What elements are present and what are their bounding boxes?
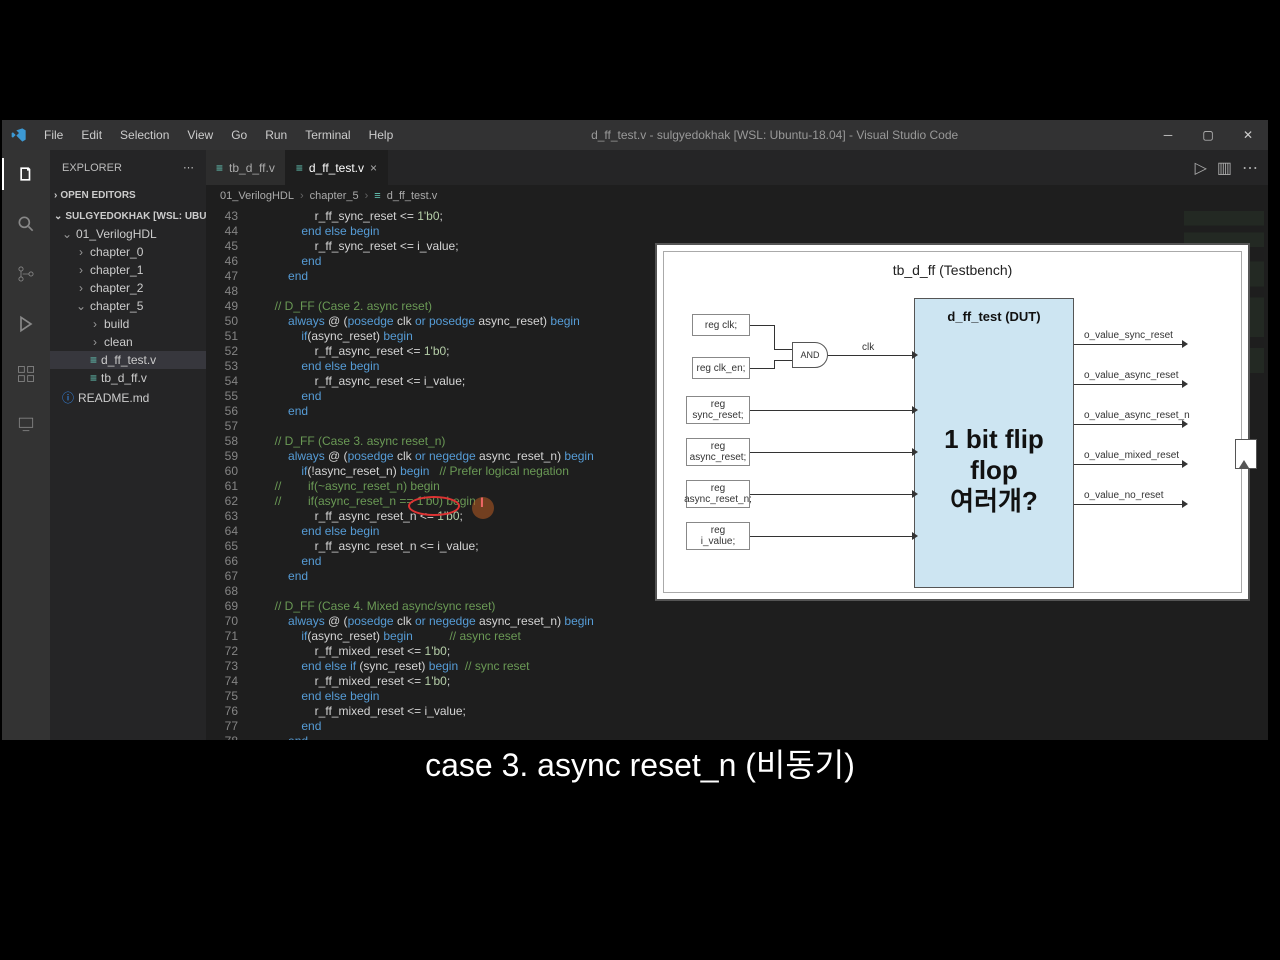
search-icon[interactable]: [2, 208, 50, 240]
annotation-caret: I: [480, 495, 484, 510]
tree-readme-md[interactable]: ⓘREADME.md: [50, 387, 206, 408]
out-o_value_async_reset_n: o_value_async_reset_n: [1084, 410, 1190, 421]
tree-d-ff-test-v[interactable]: ≡d_ff_test.v: [50, 351, 206, 369]
reg-async-reset-n: regasync_reset_n;: [686, 480, 750, 508]
reg-clk: reg clk;: [692, 314, 750, 336]
tree-chapter-5[interactable]: ⌄chapter_5: [50, 297, 206, 315]
menu-edit[interactable]: Edit: [73, 128, 110, 142]
window-title: d_ff_test.v - sulgyedokhak [WSL: Ubuntu-…: [401, 128, 1148, 142]
workspace-section[interactable]: ⌄SULGYEDOKHAK [WSL: UBUNTU-18.04]: [50, 208, 206, 225]
menu-go[interactable]: Go: [223, 128, 255, 142]
out-o_value_no_reset: o_value_no_reset: [1084, 490, 1164, 501]
diagram-title: tb_d_ff (Testbench): [664, 262, 1241, 278]
reg-i-value: regi_value;: [686, 522, 750, 550]
close-button[interactable]: ✕: [1228, 120, 1268, 150]
out-o_value_mixed_reset: o_value_mixed_reset: [1084, 450, 1179, 461]
maximize-button[interactable]: ▢: [1188, 120, 1228, 150]
sidebar-header: EXPLORER ⋯: [50, 150, 206, 185]
vscode-logo-icon: [2, 127, 36, 143]
annotation-circle: [408, 496, 460, 516]
tree-build[interactable]: ›build: [50, 315, 206, 333]
menu-view[interactable]: View: [179, 128, 221, 142]
sidebar-more-icon[interactable]: ⋯: [183, 161, 194, 174]
scm-icon[interactable]: [2, 258, 50, 290]
close-tab-icon[interactable]: ×: [370, 161, 377, 175]
dut-big-text: 1 bit flipflop여러개?: [944, 424, 1044, 518]
file-tree: ⌄01_VerilogHDL›chapter_0›chapter_1›chapt…: [50, 225, 206, 408]
reg-clk-en: reg clk_en;: [692, 357, 750, 379]
tree-01-veriloghdl[interactable]: ⌄01_VerilogHDL: [50, 225, 206, 243]
sidebar-title: EXPLORER: [62, 162, 122, 174]
menu-terminal[interactable]: Terminal: [297, 128, 358, 142]
tab-d-ff-test[interactable]: ≡d_ff_test.v×: [286, 150, 388, 185]
breadcrumbs[interactable]: 01_VerilogHDL› chapter_5› ≡d_ff_test.v: [206, 185, 1268, 207]
window-controls: ─ ▢ ✕: [1148, 120, 1268, 150]
tree-chapter-1[interactable]: ›chapter_1: [50, 261, 206, 279]
remote-icon[interactable]: [2, 408, 50, 440]
testbench-diagram: tb_d_ff (Testbench) reg clk; reg clk_en;…: [655, 243, 1250, 601]
menu-selection[interactable]: Selection: [112, 128, 177, 142]
editor-run-icon[interactable]: ▷: [1195, 158, 1207, 178]
tree-clean[interactable]: ›clean: [50, 333, 206, 351]
sidebar: EXPLORER ⋯ ›OPEN EDITORS ⌄SULGYEDOKHAK […: [50, 150, 206, 740]
out-o_value_async_reset: o_value_async_reset: [1084, 370, 1179, 381]
reg-async-reset: regasync_reset;: [686, 438, 750, 466]
editor-tabs: ≡tb_d_ff.v ≡d_ff_test.v× ▷ ▥ ⋯: [206, 150, 1268, 185]
titlebar: File Edit Selection View Go Run Terminal…: [2, 120, 1268, 150]
editor-split-icon[interactable]: ▥: [1217, 158, 1232, 178]
explorer-icon[interactable]: [2, 158, 50, 190]
reg-sync-reset: regsync_reset;: [686, 396, 750, 424]
menu-bar: File Edit Selection View Go Run Terminal…: [36, 128, 401, 142]
caption: case 3. async reset_n (비동기): [0, 740, 1280, 786]
tree-tb-d-ff-v[interactable]: ≡tb_d_ff.v: [50, 369, 206, 387]
menu-run[interactable]: Run: [257, 128, 295, 142]
open-editors-section[interactable]: ›OPEN EDITORS: [50, 187, 206, 204]
extensions-icon[interactable]: [2, 358, 50, 390]
minimize-button[interactable]: ─: [1148, 120, 1188, 150]
activity-bar: [2, 150, 50, 740]
tab-tb-d-ff[interactable]: ≡tb_d_ff.v: [206, 150, 286, 185]
tree-chapter-0[interactable]: ›chapter_0: [50, 243, 206, 261]
flipflop-symbol: [1235, 439, 1257, 469]
line-gutter: 4344454647484950515253545556575859606162…: [206, 207, 248, 740]
and-gate: AND: [792, 342, 828, 368]
menu-file[interactable]: File: [36, 128, 71, 142]
debug-icon[interactable]: [2, 308, 50, 340]
dut-block: d_ff_test (DUT) 1 bit flipflop여러개?: [914, 298, 1074, 588]
editor-more-icon[interactable]: ⋯: [1242, 158, 1258, 178]
out-o_value_sync_reset: o_value_sync_reset: [1084, 330, 1173, 341]
tree-chapter-2[interactable]: ›chapter_2: [50, 279, 206, 297]
menu-help[interactable]: Help: [361, 128, 402, 142]
